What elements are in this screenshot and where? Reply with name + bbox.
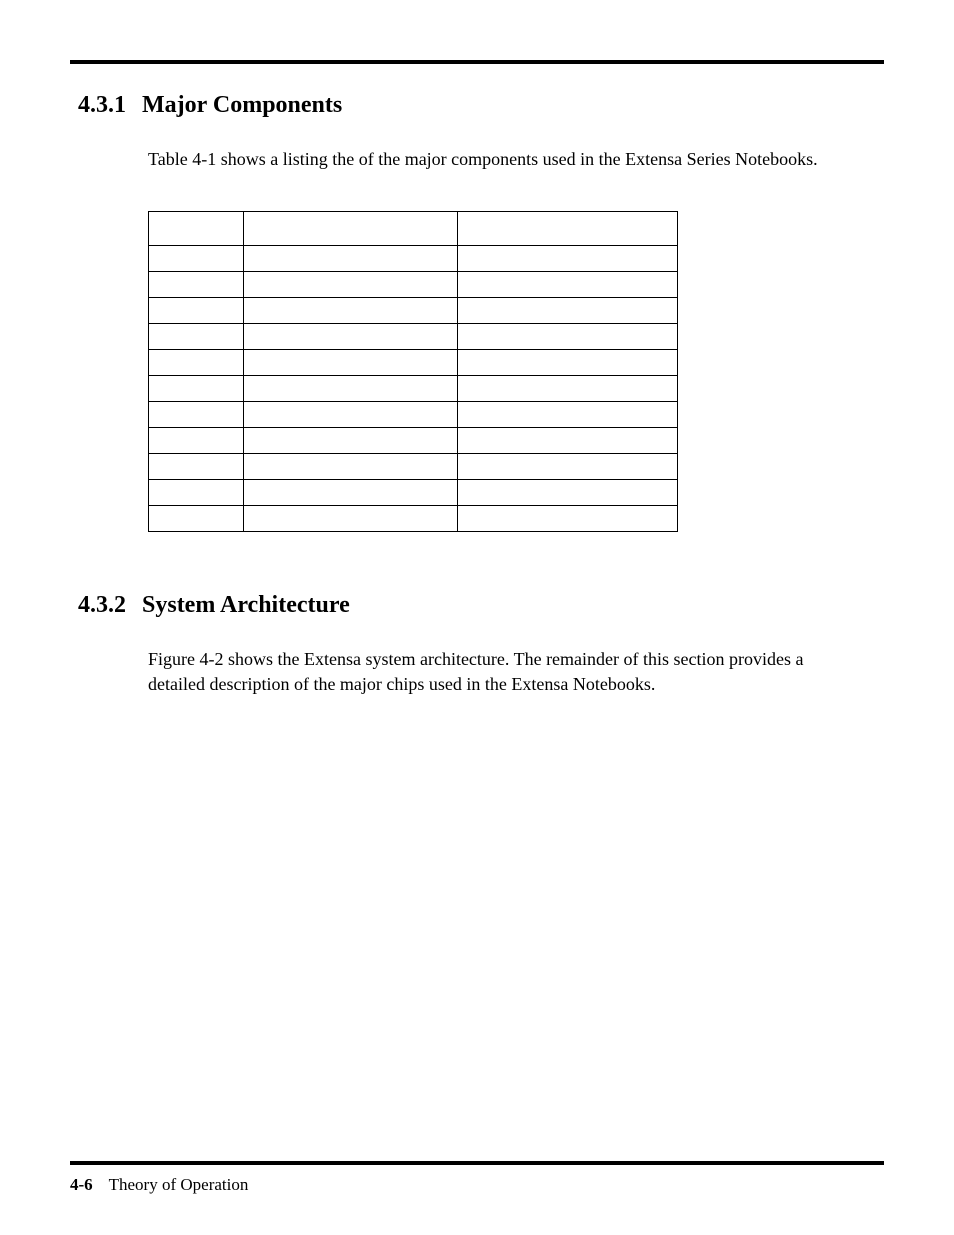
table-header-cell [458,212,678,246]
chapter-title: Theory of Operation [109,1175,249,1194]
section-heading-system-architecture: 4.3.2 System Architecture [70,592,884,619]
table-row [149,376,678,402]
table-row [149,506,678,532]
body-paragraph-s1: Table 4-1 shows a listing the of the maj… [70,147,884,171]
table-row [149,324,678,350]
body-paragraph-s2: Figure 4-2 shows the Extensa system arch… [70,647,884,696]
section-number: 4.3.1 [78,92,126,119]
table-row [149,272,678,298]
page-number: 4-6 [70,1175,93,1194]
section-title: Major Components [142,92,342,118]
table-row [149,454,678,480]
table-4-1 [148,211,678,532]
section-heading-major-components: 4.3.1 Major Components [70,92,884,119]
footer-text: 4-6 Theory of Operation [70,1175,884,1195]
table-4-1-wrap [70,211,884,532]
bottom-rule [70,1161,884,1165]
table-header-cell [149,212,244,246]
top-rule [70,60,884,64]
table-row [149,298,678,324]
table-row [149,428,678,454]
table-row [149,402,678,428]
table-row [149,350,678,376]
table-row [149,480,678,506]
section-title: System Architecture [142,592,350,618]
section-number: 4.3.2 [78,592,126,619]
table-row [149,246,678,272]
table-header-cell [243,212,458,246]
page-footer: 4-6 Theory of Operation [70,1161,884,1195]
table-header-row [149,212,678,246]
